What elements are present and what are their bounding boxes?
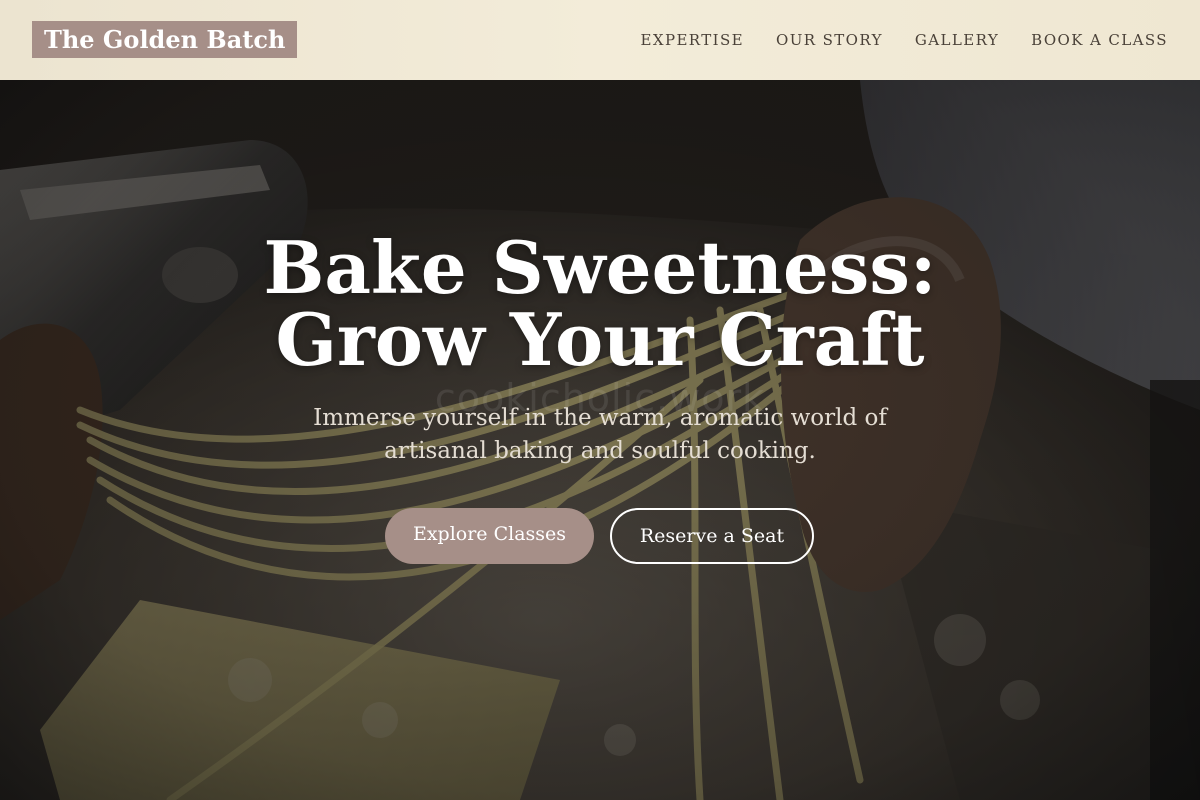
landing-page: The Golden Batch EXPERTISE OUR STORY GAL… bbox=[0, 0, 1200, 800]
hero-section: Bake Sweetness: Grow Your Craft cookicho… bbox=[0, 80, 1200, 800]
site-header: The Golden Batch EXPERTISE OUR STORY GAL… bbox=[0, 0, 1200, 80]
hero-title-line-2: Grow Your Craft bbox=[275, 297, 925, 382]
explore-classes-button[interactable]: Explore Classes bbox=[385, 508, 594, 564]
nav-item-expertise[interactable]: EXPERTISE bbox=[641, 30, 744, 50]
reserve-seat-button[interactable]: Reserve a Seat bbox=[610, 508, 814, 564]
nav-item-book-a-class[interactable]: BOOK A CLASS bbox=[1031, 30, 1168, 50]
main-nav: EXPERTISE OUR STORY GALLERY BOOK A CLASS bbox=[641, 30, 1168, 50]
hero-title-line-1: Bake Sweetness: bbox=[263, 225, 937, 310]
brand-logo[interactable]: The Golden Batch bbox=[32, 21, 298, 58]
hero-subtitle: Immerse yourself in the warm, aromatic w… bbox=[313, 405, 887, 464]
hero-title: Bake Sweetness: Grow Your Craft bbox=[0, 232, 1200, 376]
nav-item-our-story[interactable]: OUR STORY bbox=[776, 30, 883, 50]
nav-item-gallery[interactable]: GALLERY bbox=[915, 30, 999, 50]
